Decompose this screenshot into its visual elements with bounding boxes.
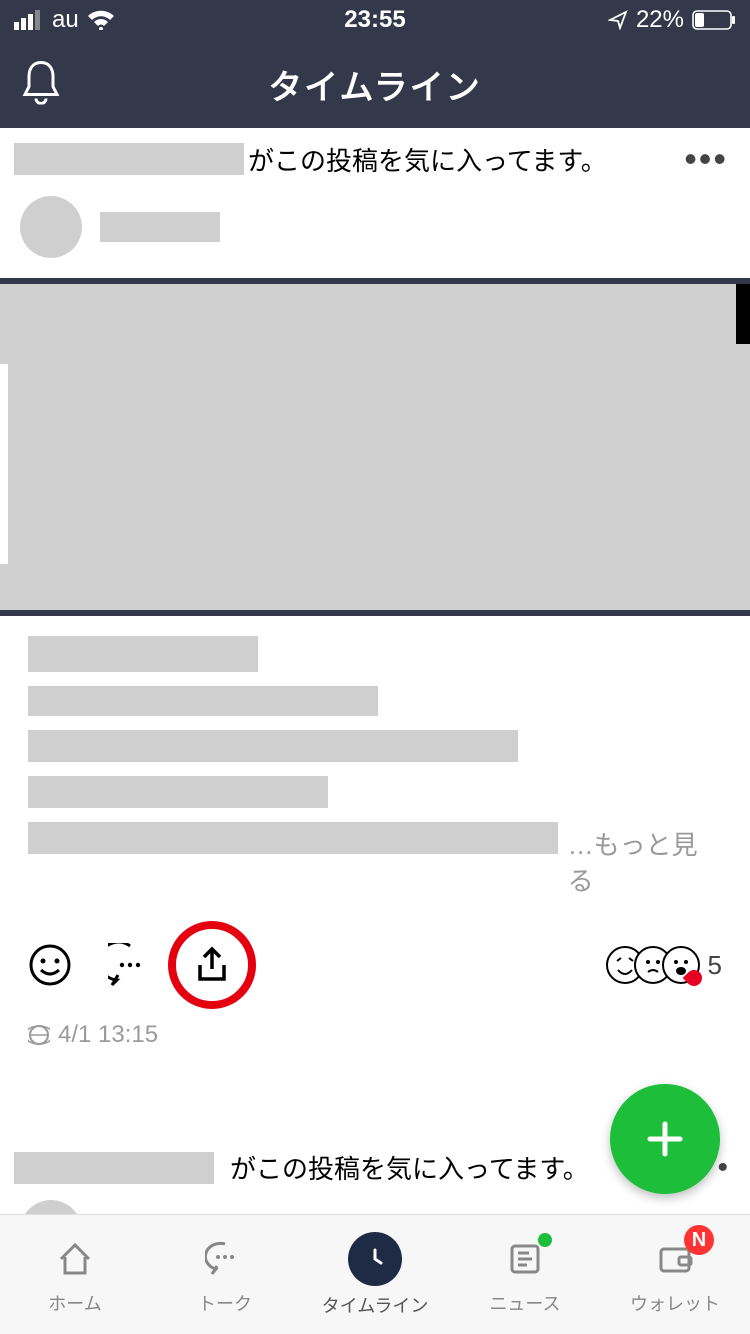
- share-button-highlight: [168, 921, 256, 1009]
- liked-by-name[interactable]: [14, 1152, 214, 1184]
- like-button[interactable]: [28, 943, 72, 987]
- header: タイムライン: [0, 40, 750, 128]
- tab-home[interactable]: ホーム: [0, 1215, 150, 1334]
- tab-timeline[interactable]: タイムライン: [300, 1215, 450, 1334]
- liked-by-name[interactable]: [14, 143, 244, 175]
- post-body: …もっと見る: [0, 616, 750, 907]
- post-media[interactable]: [0, 278, 750, 616]
- comment-button[interactable]: [108, 943, 152, 987]
- status-bar: au 23:55 22%: [0, 0, 750, 40]
- plus-icon: [640, 1114, 690, 1164]
- post-timestamp: 4/1 13:15: [58, 1021, 158, 1049]
- reaction-face-icon: [662, 946, 700, 984]
- timeline-post: がこの投稿を気に入ってます。 ••• …もっと見る 5: [0, 128, 750, 1079]
- badge-dot: [538, 1233, 552, 1247]
- bell-icon: [20, 59, 62, 105]
- tab-news[interactable]: ニュース: [450, 1215, 600, 1334]
- avatar[interactable]: [20, 196, 82, 258]
- chat-icon: [205, 1239, 245, 1279]
- tab-label: ニュース: [489, 1290, 560, 1316]
- post-text-line: [28, 730, 518, 762]
- tab-bar: ホーム トーク タイムライン ニュース N ウォレット: [0, 1214, 750, 1334]
- post-actions: 5: [0, 907, 750, 1015]
- tab-wallet[interactable]: N ウォレット: [600, 1215, 750, 1334]
- tab-label: トーク: [198, 1290, 252, 1316]
- wifi-icon: [87, 10, 115, 30]
- reactions-summary[interactable]: 5: [606, 946, 722, 984]
- tab-talk[interactable]: トーク: [150, 1215, 300, 1334]
- post-menu-button[interactable]: •: [717, 1151, 728, 1185]
- author-row[interactable]: [0, 190, 750, 278]
- clock-label: 23:55: [344, 6, 405, 34]
- timestamp-row: 4/1 13:15: [0, 1015, 750, 1079]
- compose-fab[interactable]: [610, 1084, 720, 1194]
- globe-icon: [28, 1024, 50, 1046]
- tab-label: ウォレット: [630, 1290, 720, 1316]
- battery-icon: [692, 10, 736, 30]
- share-button[interactable]: [192, 945, 232, 985]
- notifications-button[interactable]: [20, 59, 62, 110]
- carrier-label: au: [52, 6, 79, 34]
- page-title: タイムライン: [268, 60, 482, 109]
- post-menu-button[interactable]: •••: [684, 138, 728, 180]
- battery-label: 22%: [636, 6, 684, 34]
- author-name[interactable]: [100, 212, 220, 242]
- location-icon: [608, 10, 628, 30]
- signal-icon: [14, 10, 44, 30]
- liked-by-suffix: がこの投稿を気に入ってます。: [248, 141, 607, 178]
- post-text-line: [28, 822, 558, 854]
- badge-new: N: [684, 1225, 714, 1255]
- read-more-link[interactable]: …もっと見る: [568, 827, 722, 899]
- post-text-line: [28, 686, 378, 716]
- post-text-line: [28, 636, 258, 672]
- liked-by-suffix: がこの投稿を気に入ってます。: [230, 1149, 589, 1186]
- liked-by-row: がこの投稿を気に入ってます。 •••: [0, 128, 750, 190]
- tab-label: ホーム: [48, 1290, 101, 1316]
- post-text-line: [28, 776, 328, 808]
- tab-label: タイムライン: [322, 1292, 429, 1318]
- reaction-count: 5: [708, 950, 722, 981]
- home-icon: [55, 1239, 95, 1279]
- clock-icon: [358, 1242, 392, 1276]
